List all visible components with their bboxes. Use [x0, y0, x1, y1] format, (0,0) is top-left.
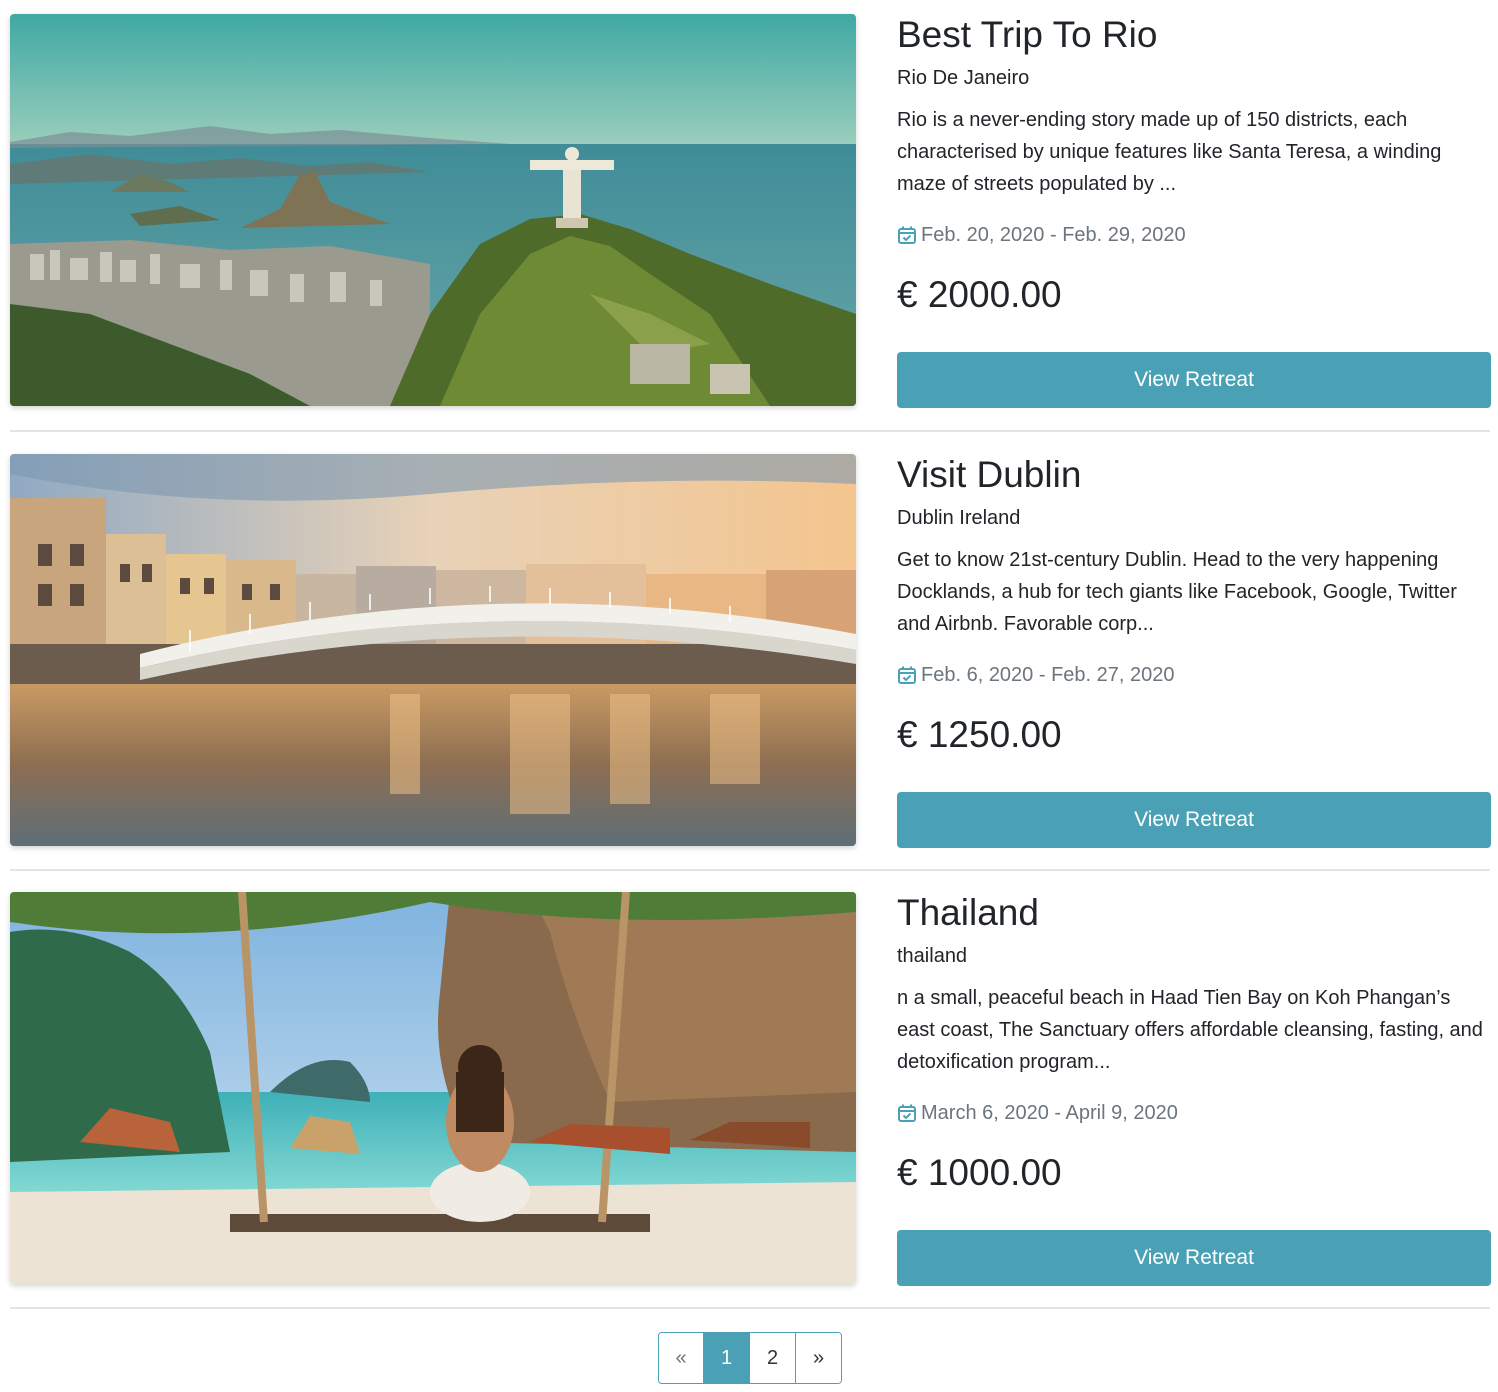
retreat-dates: March 6, 2020 - April 9, 2020 — [897, 1100, 1178, 1126]
retreat-price: € 1250.00 — [897, 714, 1062, 755]
calendar-check-icon — [898, 666, 916, 684]
retreat-image[interactable] — [10, 892, 856, 1284]
card-divider — [10, 1307, 1490, 1309]
view-retreat-button[interactable]: View Retreat — [897, 1230, 1491, 1286]
pagination-page-2[interactable]: 2 — [749, 1333, 795, 1383]
retreat-info: Visit Dublin Dublin Ireland Get to know … — [897, 454, 1491, 848]
calendar-check-icon — [898, 226, 916, 244]
retreat-price: € 1000.00 — [897, 1152, 1062, 1193]
retreat-dates-text: Feb. 20, 2020 - Feb. 29, 2020 — [921, 224, 1186, 246]
retreat-info: Thailand thailand n a small, peaceful be… — [897, 892, 1491, 1286]
pagination-page-1[interactable]: 1 — [703, 1333, 749, 1383]
retreat-location: Rio De Janeiro — [897, 67, 1030, 89]
retreat-image[interactable] — [10, 14, 856, 406]
view-retreat-button[interactable]: View Retreat — [897, 792, 1491, 848]
retreat-dates-text: Feb. 6, 2020 - Feb. 27, 2020 — [921, 664, 1175, 686]
retreat-image[interactable] — [10, 454, 856, 846]
thailand-photo — [10, 892, 856, 1284]
pagination: « 1 2 » — [658, 1332, 842, 1384]
retreat-info: Best Trip To Rio Rio De Janeiro Rio is a… — [897, 14, 1491, 408]
view-retreat-button[interactable]: View Retreat — [897, 352, 1491, 408]
retreat-description: Rio is a never-ending story made up of 1… — [897, 109, 1442, 195]
card-divider — [10, 869, 1490, 871]
retreat-dates: Feb. 6, 2020 - Feb. 27, 2020 — [897, 662, 1175, 688]
retreat-dates-text: March 6, 2020 - April 9, 2020 — [921, 1102, 1178, 1124]
retreat-title[interactable]: Thailand — [897, 892, 1490, 934]
pagination-next[interactable]: » — [795, 1333, 841, 1383]
retreat-title[interactable]: Best Trip To Rio — [897, 14, 1490, 56]
retreat-title[interactable]: Visit Dublin — [897, 454, 1490, 496]
pagination-prev[interactable]: « — [659, 1333, 703, 1383]
retreat-location: thailand — [897, 945, 968, 967]
dublin-photo — [10, 454, 856, 846]
rio-photo — [10, 14, 856, 406]
calendar-check-icon — [898, 1104, 916, 1122]
retreat-description: n a small, peaceful beach in Haad Tien B… — [897, 987, 1483, 1073]
retreat-description: Get to know 21st-century Dublin. Head to… — [897, 549, 1457, 635]
retreat-dates: Feb. 20, 2020 - Feb. 29, 2020 — [897, 222, 1186, 248]
retreat-price: € 2000.00 — [897, 274, 1062, 315]
card-divider — [10, 430, 1490, 432]
retreat-location: Dublin Ireland — [897, 507, 1021, 529]
